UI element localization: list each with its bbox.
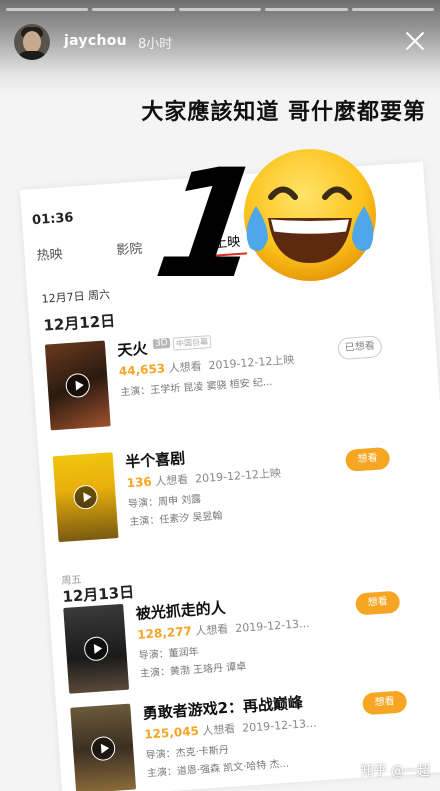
release-date: 2019-12-12上映 <box>208 353 295 373</box>
play-icon[interactable] <box>90 735 116 762</box>
want-count: 44,653 <box>118 361 166 379</box>
format-giant-screen-badge: 中国巨幕 <box>172 335 212 351</box>
instagram-story: jaychou 8小时 大家應該知道 哥什麼都要第 01:36 热映 影院 待上… <box>0 0 440 791</box>
want-count: 136 <box>126 474 153 491</box>
username[interactable]: jaychou <box>64 33 127 49</box>
release-date: 2019-12-13... <box>234 616 310 636</box>
want-button[interactable]: 想看 <box>361 690 408 716</box>
story-caption: 大家應該知道 哥什麼都要第 <box>141 100 426 125</box>
format-3d-badge: 3D <box>152 337 171 350</box>
movie-poster[interactable] <box>70 703 137 791</box>
want-button[interactable]: 想看 <box>344 446 391 472</box>
date-header: 12月12日 <box>42 311 116 335</box>
want-count: 128,277 <box>136 624 193 642</box>
movie-director: 导演：董润年 <box>138 646 200 662</box>
want-label: 人想看 <box>154 472 189 489</box>
play-icon[interactable] <box>64 372 91 399</box>
movie-director: 导演：杰克·卡斯丹 <box>145 744 230 762</box>
movie-title: 天火 <box>116 339 149 360</box>
want-label: 人想看 <box>168 359 203 376</box>
movie-director: 导演：周申 刘露 <box>127 494 202 511</box>
want-label: 人想看 <box>194 622 229 638</box>
movie-poster[interactable] <box>63 603 130 694</box>
release-date: 2019-12-13... <box>241 716 317 735</box>
story-header: jaychou 8小时 <box>0 20 440 64</box>
movie-poster[interactable] <box>44 340 111 431</box>
movie-title: 被光抓走的人 <box>135 598 227 623</box>
tears-of-joy-emoji-icon <box>244 149 376 281</box>
tab-cinemas[interactable]: 影院 <box>116 238 143 259</box>
story-progress-bar <box>6 8 435 11</box>
want-label: 人想看 <box>201 722 236 738</box>
release-date: 2019-12-12上映 <box>194 466 282 486</box>
play-icon[interactable] <box>72 484 99 510</box>
want-button[interactable]: 想看 <box>354 590 401 616</box>
movie-cast: 主演：任素汐 吴昱翰 <box>129 510 223 529</box>
want-count: 125,045 <box>143 723 200 742</box>
status-time: 01:36 <box>31 210 74 229</box>
progress-segment <box>265 8 348 11</box>
play-icon[interactable] <box>83 635 109 662</box>
progress-segment <box>351 8 435 11</box>
progress-segment <box>178 8 262 11</box>
wanted-button[interactable]: 已想看 <box>337 335 383 361</box>
movie-title: 半个喜剧 <box>124 449 186 472</box>
tab-now-showing[interactable]: 热映 <box>36 243 63 264</box>
watermark: 知乎 @一超 <box>360 764 430 779</box>
movie-item[interactable]: 天火 3D 中国巨幕 44,653 人想看 2019-12-12上映 主演：王学… <box>44 318 431 444</box>
avatar-face <box>23 31 41 53</box>
current-date: 12月7日 周六 <box>41 287 111 306</box>
movie-item[interactable]: 半个喜剧 136 人想看 2019-12-12上映 导演：周申 刘露 主演：任素… <box>52 430 439 556</box>
close-icon[interactable] <box>400 26 430 56</box>
time-ago: 8小时 <box>138 37 173 52</box>
movie-cast: 主演：黄渤 王珞丹 谭卓 <box>139 661 247 680</box>
movie-poster[interactable] <box>52 452 119 543</box>
progress-segment <box>6 8 89 11</box>
avatar[interactable] <box>14 24 50 60</box>
progress-segment <box>92 8 175 11</box>
avatar-shirt <box>16 51 48 60</box>
